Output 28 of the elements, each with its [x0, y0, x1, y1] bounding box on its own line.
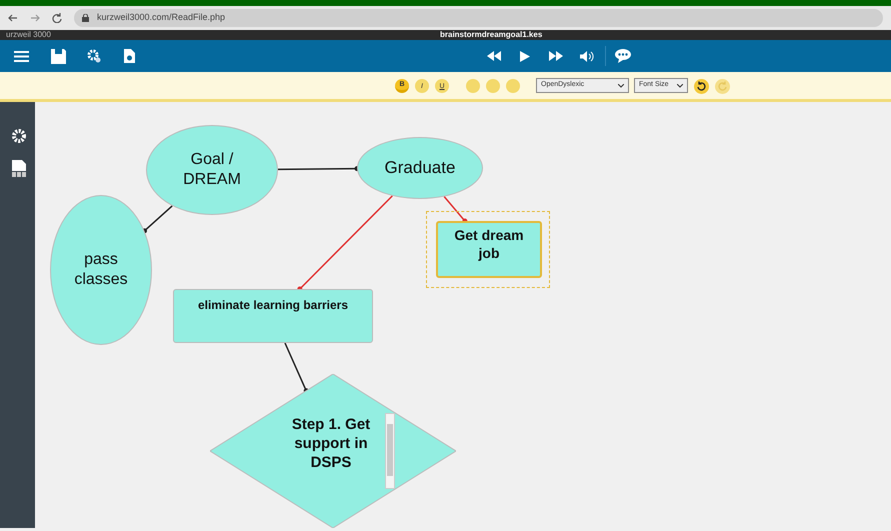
- ellipse-node[interactable]: Graduate: [357, 137, 483, 199]
- play-icon[interactable]: [520, 50, 530, 62]
- chevron-icon: [618, 84, 624, 88]
- speaker-icon[interactable]: [580, 50, 594, 62]
- table-icon[interactable]: [12, 160, 26, 177]
- save-icon[interactable]: [51, 48, 66, 64]
- node-text: Step 1. Get support in DSPS: [290, 416, 372, 472]
- fast-forward-icon[interactable]: [549, 51, 563, 61]
- rewind-icon[interactable]: [487, 51, 501, 61]
- ellipse-node[interactable]: Goal / DREAM: [146, 125, 278, 215]
- menu-icon[interactable]: [14, 50, 29, 62]
- app-title: urzweil 3000: [6, 31, 51, 39]
- scrollbar[interactable]: [385, 413, 395, 489]
- undo-icon[interactable]: [694, 79, 709, 94]
- settings-icon[interactable]: [12, 129, 26, 143]
- reload-icon[interactable]: [52, 13, 62, 23]
- chevron-icon: [677, 84, 683, 88]
- document-icon[interactable]: [124, 49, 135, 63]
- lock-icon: [82, 14, 89, 22]
- rectangle-node[interactable]: eliminate learning barriers: [173, 289, 373, 343]
- ellipse-node[interactable]: pass classes: [50, 195, 152, 345]
- settings-icon[interactable]: [87, 49, 101, 63]
- speech-bubble-icon[interactable]: [615, 49, 631, 63]
- file-name: brainstormdreamgoal1.kes: [440, 31, 542, 39]
- address-bar[interactable]: kurzweil3000.com/ReadFile.php: [74, 9, 883, 27]
- diamond-node[interactable]: [210, 374, 456, 528]
- back-icon[interactable]: [8, 13, 18, 23]
- rectangle-node[interactable]: Get dream job: [436, 221, 542, 278]
